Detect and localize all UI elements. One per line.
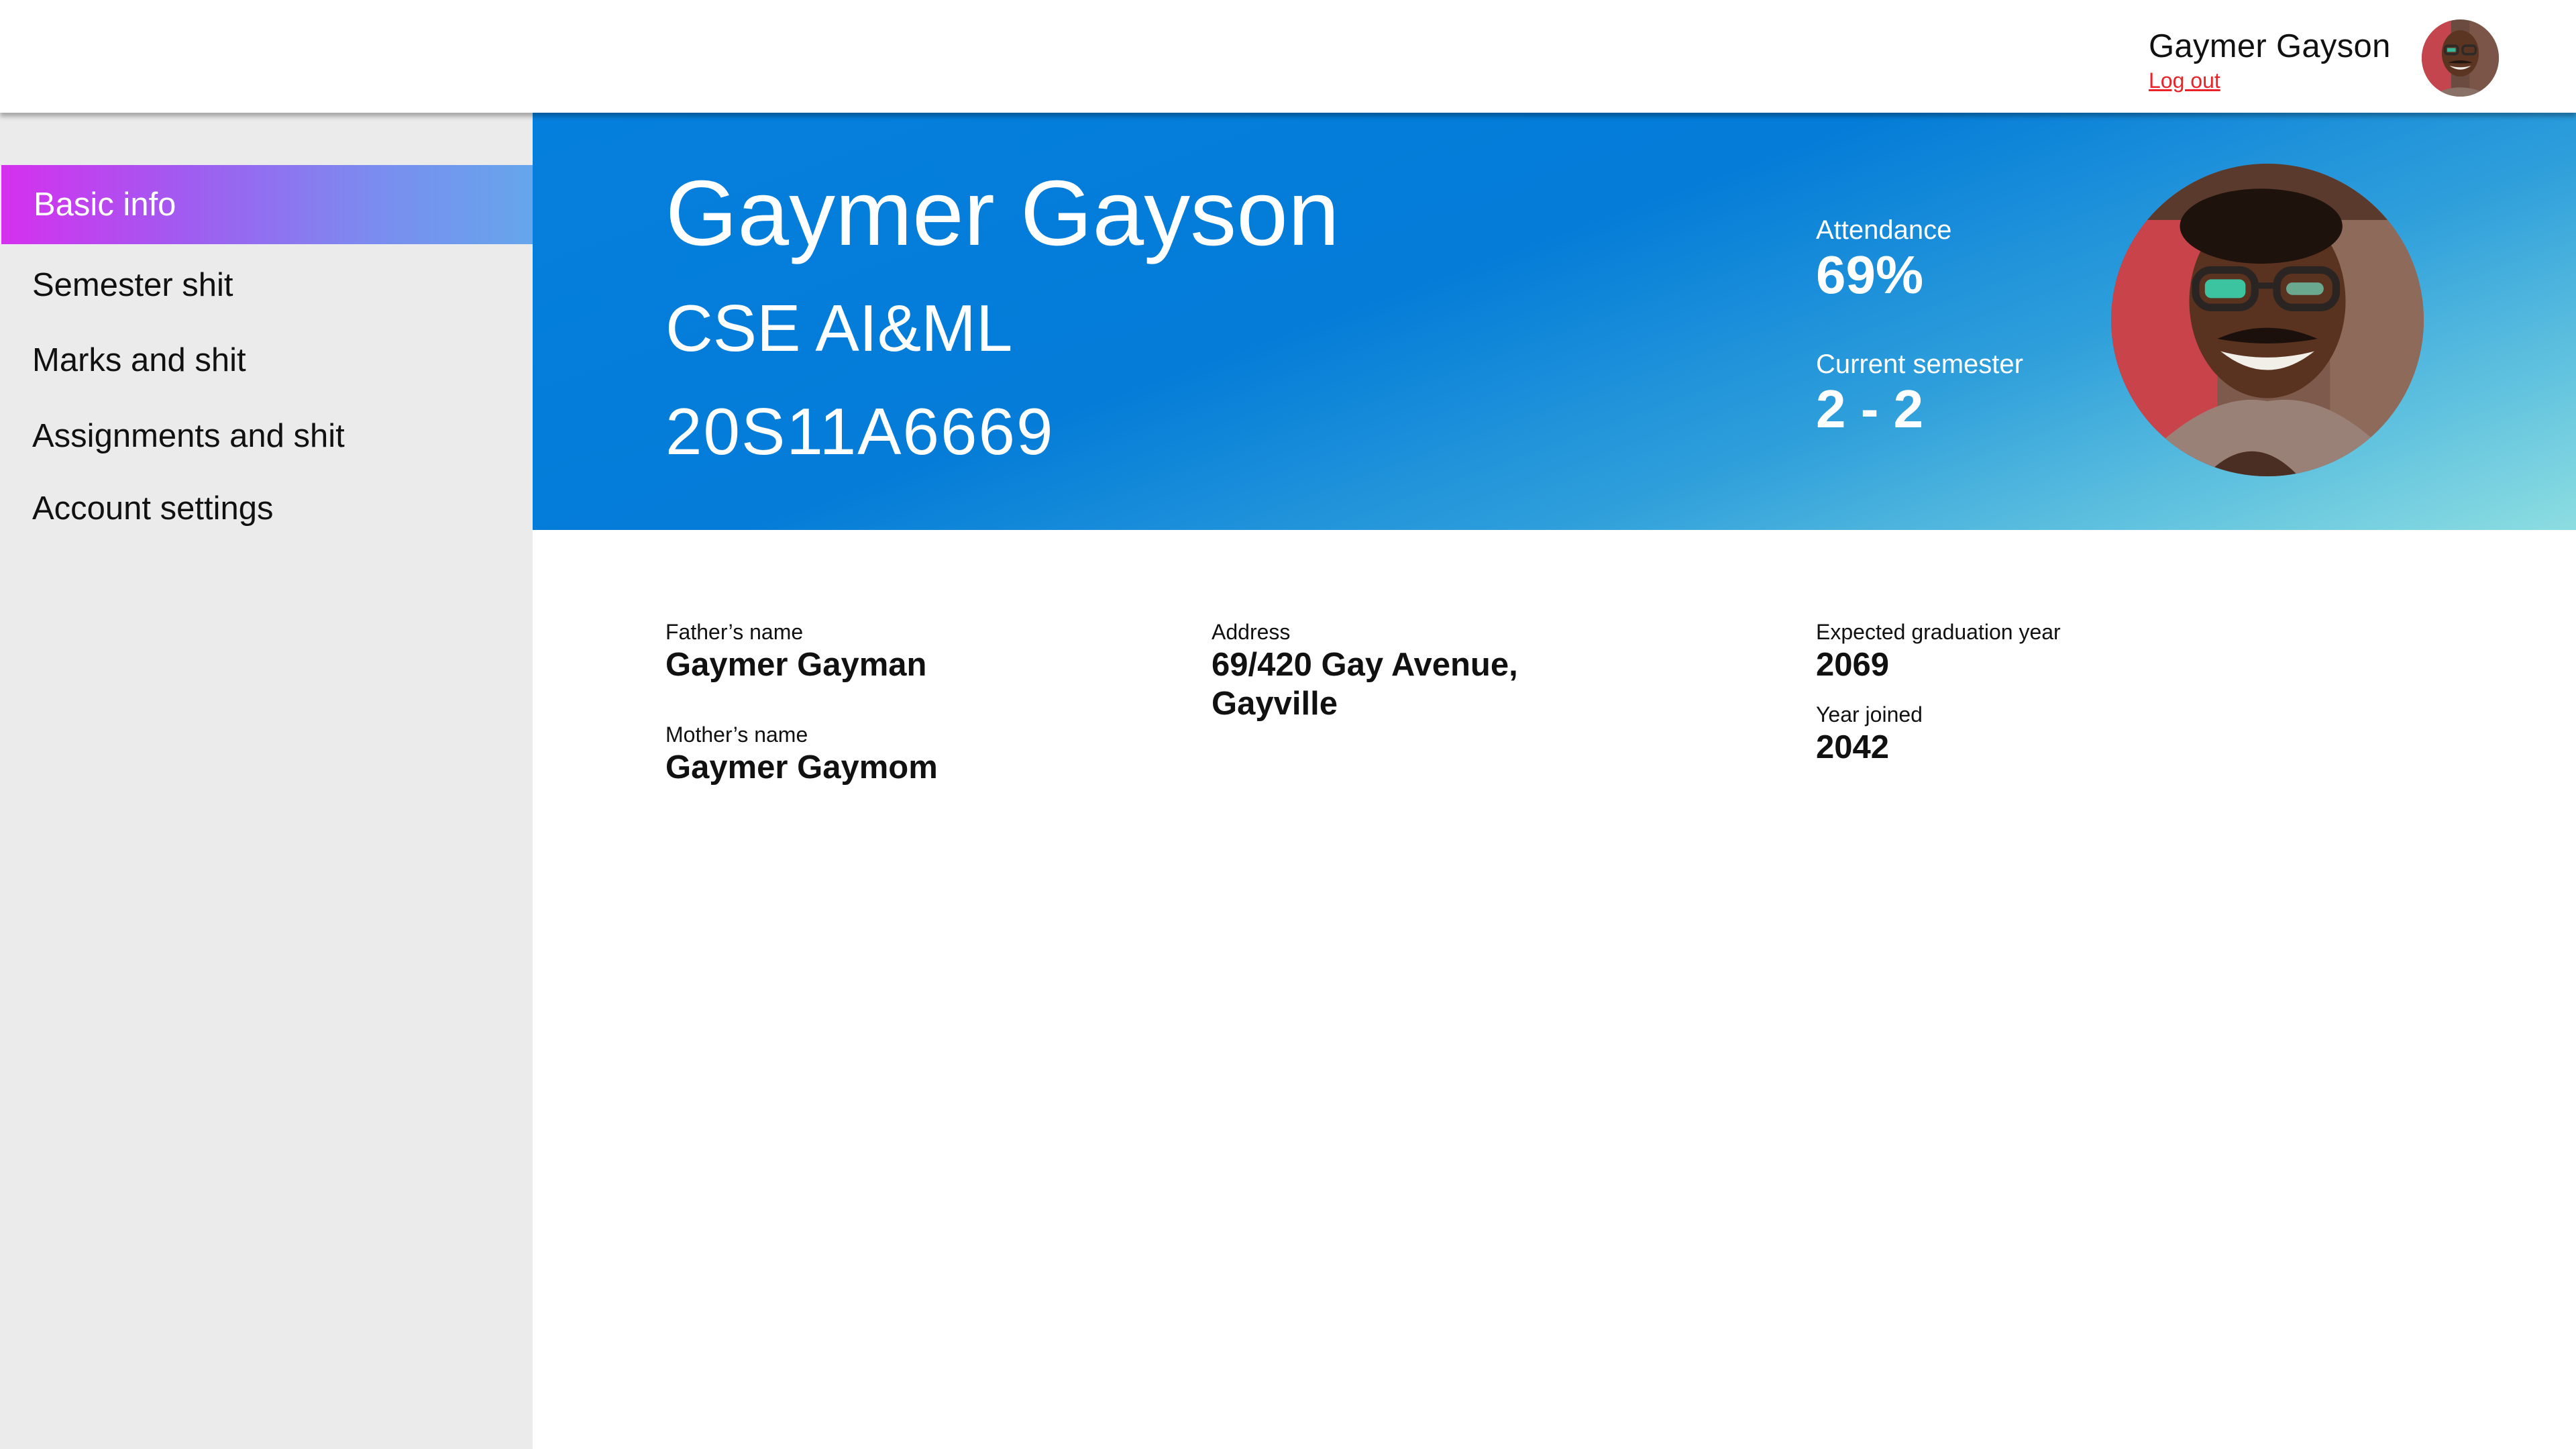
avatar[interactable] — [2422, 19, 2499, 97]
user-block: Gaymer Gayson Log out — [2149, 24, 2391, 93]
address-field: Address 69/420 Gay Avenue, Gayville — [1212, 619, 1518, 723]
sidebar-item-basic-info[interactable]: Basic info — [1, 165, 533, 244]
field-value: Gaymer Gayman — [665, 647, 927, 683]
graduation-year-field: Expected graduation year 2069 — [1816, 619, 2061, 684]
attendance-label: Attendance — [1816, 215, 1952, 245]
mother-name-field: Mother’s name Gaymer Gaymom — [665, 721, 938, 787]
sidebar-item-label: Account settings — [32, 490, 274, 527]
address-line-2: Gayville — [1212, 686, 1338, 722]
field-label: Address — [1212, 620, 1291, 644]
sidebar-item-semester[interactable]: Semester shit — [0, 246, 533, 325]
father-name-field: Father’s name Gaymer Gayman — [665, 619, 927, 684]
sidebar-item-label: Assignments and shit — [32, 418, 345, 454]
year-joined-field: Year joined 2042 — [1816, 701, 1923, 767]
profile-banner: Gaymer Gayson CSE AI&ML 20S11A6669 Atten… — [533, 113, 2576, 530]
field-label: Expected graduation year — [1816, 620, 2061, 644]
user-photo-icon — [2422, 19, 2499, 97]
attendance-value: 69% — [1816, 245, 1924, 305]
profile-photo — [2111, 164, 2424, 476]
semester-value: 2 - 2 — [1816, 379, 1924, 439]
semester-stat: Current semester 2 - 2 — [1816, 349, 2023, 439]
semester-label: Current semester — [1816, 350, 2023, 379]
user-photo-icon — [2111, 164, 2424, 476]
attendance-stat: Attendance 69% — [1816, 215, 1951, 305]
student-name: Gaymer Gayson — [665, 162, 1340, 265]
field-label: Father’s name — [665, 620, 804, 644]
sidebar-item-label: Basic info — [34, 186, 176, 223]
sidebar: Basic info Semester shit Marks and shit … — [0, 113, 533, 1449]
student-department: CSE AI&ML — [665, 291, 1013, 365]
field-label: Mother’s name — [665, 722, 808, 747]
address-line-1: 69/420 Gay Avenue, — [1212, 647, 1518, 683]
logout-link[interactable]: Log out — [2149, 68, 2391, 93]
student-roll-number: 20S11A6669 — [665, 394, 1055, 468]
sidebar-item-marks[interactable]: Marks and shit — [0, 321, 533, 400]
field-label: Year joined — [1816, 702, 1923, 727]
sidebar-item-assignments[interactable]: Assignments and shit — [0, 396, 533, 476]
sidebar-item-account-settings[interactable]: Account settings — [0, 469, 533, 548]
sidebar-item-label: Semester shit — [32, 267, 233, 303]
field-value: 2069 — [1816, 647, 1890, 683]
field-value: 2042 — [1816, 729, 1890, 765]
top-bar: Gaymer Gayson Log out — [0, 0, 2576, 113]
sidebar-item-label: Marks and shit — [32, 342, 246, 378]
header-user-name: Gaymer Gayson — [2149, 28, 2391, 64]
field-value: Gaymer Gaymom — [665, 749, 938, 786]
